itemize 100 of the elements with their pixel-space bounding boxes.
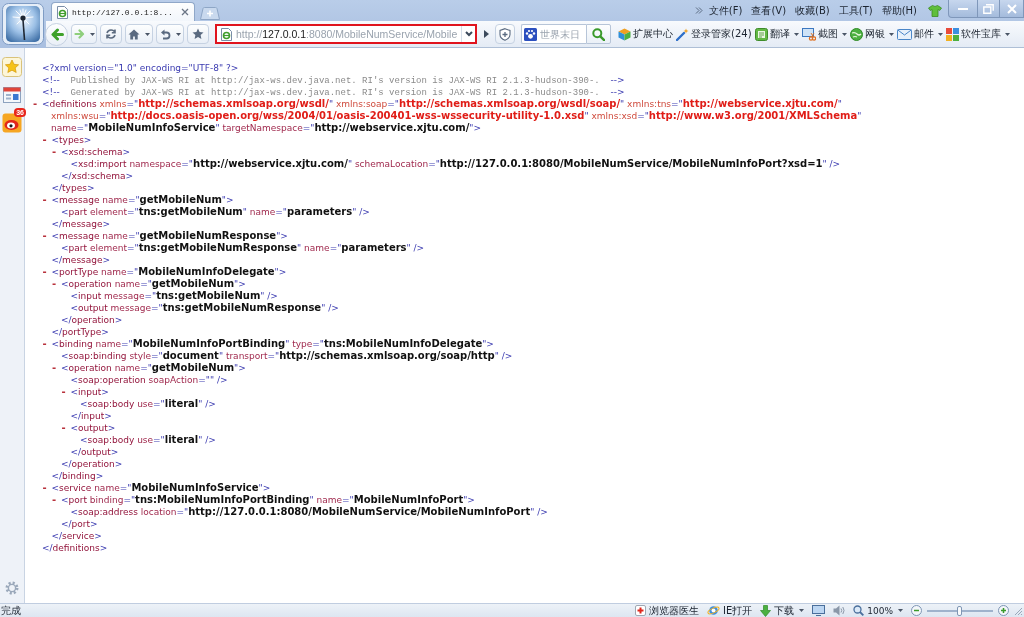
xml-line: name="MobileNumInfoService" targetNamespace="http://webservice.xjtu.com/"> xyxy=(51,122,481,134)
ring-globe-icon xyxy=(707,605,720,616)
back-button[interactable] xyxy=(45,22,68,46)
close-icon[interactable] xyxy=(181,8,189,16)
close-icon xyxy=(1006,3,1017,14)
zoom-button[interactable]: 100% xyxy=(853,604,903,617)
play-icon xyxy=(483,30,489,38)
minimize-button[interactable] xyxy=(948,0,978,18)
zoom-out-button[interactable] xyxy=(911,604,922,617)
undo-button[interactable] xyxy=(156,24,184,44)
restore-icon xyxy=(983,3,994,14)
collapse-toggle[interactable]: - xyxy=(52,362,61,374)
xml-line: <port binding="tns:MobileNumInfoPortBinding" name="MobileNumInfoPort"> xyxy=(61,494,475,506)
xml-line: </operation> xyxy=(61,314,123,326)
shield-plus-icon xyxy=(499,27,511,41)
xml-comment: <!-- Generated by JAX-WS RI at http://jax-ws.dev.java.net. RI's version is JAX-WS RI 2.1.3-hudson-390-. --> xyxy=(42,86,625,98)
slider-thumb[interactable] xyxy=(957,605,962,616)
xml-line: <operation name="getMobileNum"> xyxy=(61,278,246,290)
double-chevron-icon[interactable] xyxy=(694,7,703,14)
monitor-icon[interactable] xyxy=(812,605,826,616)
download-arrow-icon xyxy=(760,604,772,617)
caret-icon xyxy=(1004,32,1010,36)
menu-item[interactable]: 帮助(H) xyxy=(881,3,917,18)
xml-line: <binding name="MobileNumInfoPortBinding" type="tns:MobileNumInfoDelegate"> xyxy=(51,338,494,350)
dandelion-icon[interactable] xyxy=(2,3,44,45)
globe-icon xyxy=(849,27,863,41)
xml-line: xmlns:wsu="http://docs.oasis-open.org/wss/2004/01/oasis-200401-wss-wssecurity-utility-1.0.xsd" xmlns:xsd="http://www.w3.org/2001/XMLSchema" xyxy=(51,110,862,122)
browser-tab[interactable]: http://127.0.0.1:8... xyxy=(51,2,195,21)
toolbar-button[interactable]: 网银 xyxy=(849,24,894,44)
xml-line: </portType> xyxy=(51,326,109,338)
search-icon xyxy=(592,27,605,41)
caret-icon xyxy=(937,32,943,36)
address-field[interactable]: http://127.0.0.1:8080/MobileNumService/Mobile xyxy=(236,28,458,40)
tshirt-icon[interactable] xyxy=(928,4,942,17)
xml-line: <definitions xmlns="http://schemas.xmlsoap.org/wsdl/" xmlns:soap="http://schemas.xmlsoap.org/wsdl/soap/" xmlns:tns="http://webservice.xjtu.com/" xyxy=(42,98,842,110)
home-button[interactable] xyxy=(125,24,153,44)
collapse-toggle[interactable]: - xyxy=(42,338,52,350)
search-button[interactable] xyxy=(586,24,611,44)
page-icon xyxy=(221,27,232,41)
new-tab-button[interactable] xyxy=(200,7,220,20)
status-button[interactable]: 浏览器医生 xyxy=(635,604,699,617)
menu-item[interactable]: 收藏(B) xyxy=(795,3,830,18)
collapse-toggle[interactable]: - xyxy=(42,134,52,146)
menu-item[interactable]: 工具(T) xyxy=(838,3,873,18)
calendar-icon[interactable] xyxy=(2,85,22,105)
caret-icon xyxy=(841,32,847,36)
magnifier-icon xyxy=(853,605,865,616)
note-icon xyxy=(754,27,768,41)
caret-icon xyxy=(799,609,805,612)
caret-icon xyxy=(898,609,903,612)
collapse-toggle[interactable]: - xyxy=(61,422,71,434)
collapse-toggle[interactable]: - xyxy=(42,194,52,206)
toolbar-button[interactable]: 邮件 xyxy=(896,24,943,44)
menu-item[interactable]: 文件(F) xyxy=(708,3,743,18)
eye-logo-icon[interactable] xyxy=(2,113,22,133)
minimize-icon xyxy=(958,7,968,10)
xml-line: <types> xyxy=(51,134,92,146)
collapse-toggle[interactable]: - xyxy=(52,146,61,158)
resize-grip-icon[interactable] xyxy=(1013,605,1023,616)
xml-line: <soap:address location="http://127.0.0.1:8080/MobileNumService/MobileNumInfoPort" /> xyxy=(70,506,548,518)
xml-line: <output message="tns:getMobileNumResponse" /> xyxy=(70,302,339,314)
settings-icon[interactable] xyxy=(5,581,19,595)
plus-icon xyxy=(998,605,1009,616)
collapse-toggle[interactable]: - xyxy=(42,482,52,494)
search-field[interactable]: 世界末日 xyxy=(539,24,586,44)
caret-icon xyxy=(145,32,150,36)
collapse-toggle[interactable]: - xyxy=(61,386,71,398)
status-button[interactable]: 下载 xyxy=(760,604,805,617)
refresh-button[interactable] xyxy=(100,24,122,44)
caret-icon xyxy=(888,32,894,36)
xml-comment: <!-- Published by JAX-WS RI at http://jax-ws.dev.java.net. RI's version is JAX-WS RI 2.1.3-hudson-390-. --> xyxy=(42,74,625,86)
collapse-toggle[interactable]: - xyxy=(33,98,42,110)
xml-line: </binding> xyxy=(51,470,104,482)
zoom-in-button[interactable] xyxy=(998,604,1009,617)
toolbar-button[interactable]: 翻译 xyxy=(754,24,799,44)
xml-line: </xsd:schema> xyxy=(61,170,134,182)
house-icon xyxy=(128,28,140,40)
toolbar-button[interactable]: 扩展中心 xyxy=(618,24,673,44)
toolbar-button[interactable]: 截图 xyxy=(801,24,847,44)
xml-line: <message name="getMobileNum"> xyxy=(51,194,234,206)
favorite-button[interactable] xyxy=(187,24,209,44)
shield-button[interactable] xyxy=(495,24,515,44)
dropdown-button[interactable] xyxy=(461,26,475,42)
menu-item[interactable]: 查看(V) xyxy=(751,3,787,18)
speaker-icon[interactable] xyxy=(833,605,846,616)
restore-button[interactable] xyxy=(978,0,1000,18)
toolbar-button[interactable]: 登录管家(24) xyxy=(676,24,752,44)
status-button[interactable]: IE打开 xyxy=(707,604,753,617)
collapse-toggle[interactable]: - xyxy=(52,278,61,290)
xml-line: </types> xyxy=(51,182,95,194)
collapse-toggle[interactable]: - xyxy=(42,266,52,278)
xml-line: </message> xyxy=(51,254,111,266)
collapse-toggle[interactable]: - xyxy=(42,230,52,242)
toolbar-button[interactable]: 软件宝库 xyxy=(945,24,1010,44)
xml-line: <service name="MobileNumInfoService"> xyxy=(51,482,271,494)
xml-line: <input> xyxy=(70,386,109,398)
collapse-toggle[interactable]: - xyxy=(52,494,61,506)
xml-line: </output> xyxy=(70,446,119,458)
close-button[interactable] xyxy=(1000,0,1024,18)
search-engine-button[interactable] xyxy=(521,24,539,44)
